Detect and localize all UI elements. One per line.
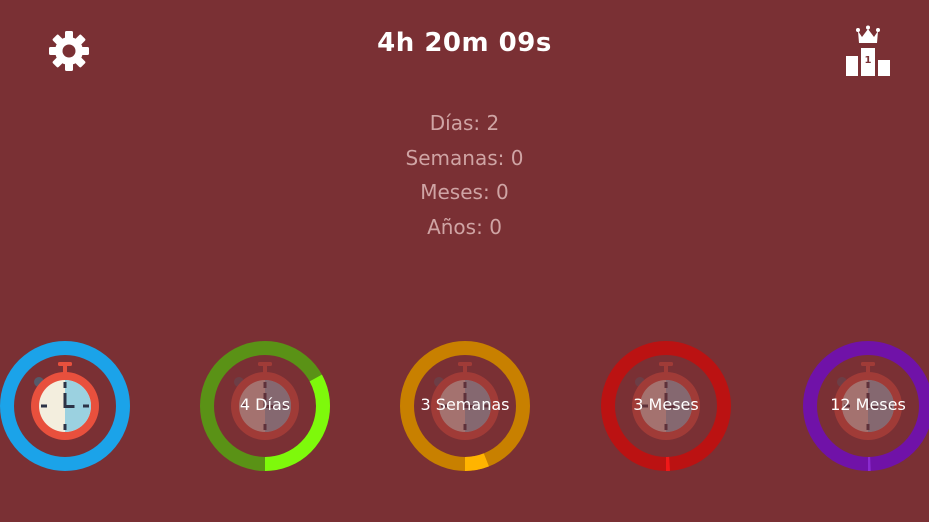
goal-label: 3 Semanas bbox=[420, 395, 510, 414]
podium-icon: 1 bbox=[846, 25, 890, 76]
goal-label: 4 Días bbox=[239, 395, 291, 414]
stats-list: Días: 2 Semanas: 0 Meses: 0 Años: 0 bbox=[0, 106, 929, 244]
stopwatch-icon bbox=[31, 362, 99, 440]
stat-days: Días: 2 bbox=[429, 111, 500, 135]
goal-ring-12-months[interactable]: 12 Meses bbox=[800, 338, 929, 474]
goal-ring-3-months[interactable]: 3 Meses bbox=[598, 338, 734, 474]
ring-progress bbox=[0, 341, 130, 471]
goal-ring-4-days[interactable]: 4 Días bbox=[197, 338, 333, 474]
svg-text:1: 1 bbox=[865, 55, 872, 66]
stat-weeks: Semanas: 0 bbox=[405, 145, 524, 170]
goal-label: 12 Meses bbox=[830, 395, 906, 414]
elapsed-time: 4h 20m 09s bbox=[377, 28, 552, 58]
stat-years: Años: 0 bbox=[427, 214, 502, 239]
goal-label: 3 Meses bbox=[633, 395, 699, 414]
goal-ring-3-weeks[interactable]: 3 Semanas bbox=[397, 338, 533, 474]
stat-months: Meses: 0 bbox=[420, 180, 509, 204]
ranking-button[interactable]: 1 bbox=[842, 24, 894, 78]
goal-ring-current[interactable] bbox=[0, 338, 133, 474]
